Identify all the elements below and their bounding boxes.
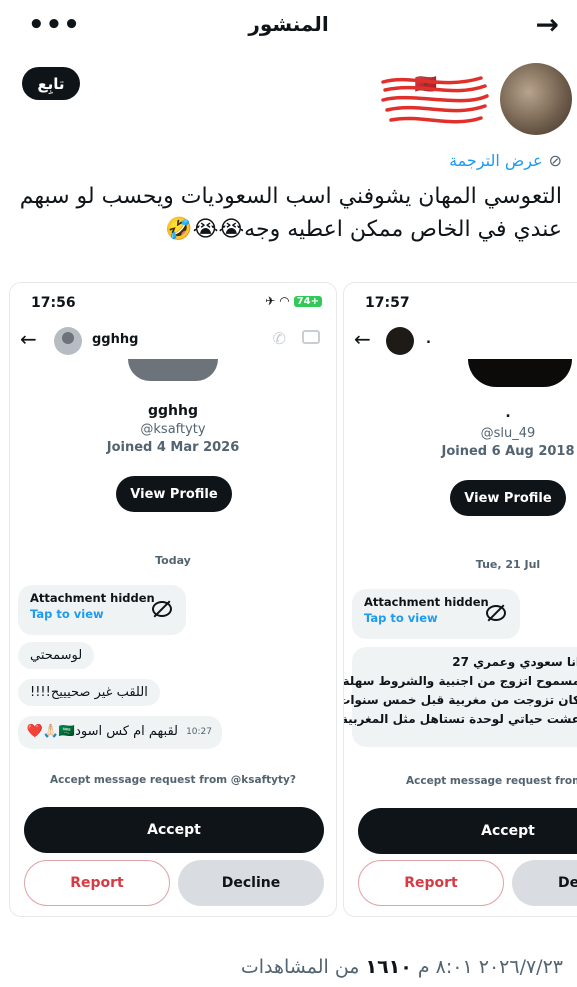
decline-button[interactable]: De xyxy=(512,860,577,906)
author-avatar[interactable] xyxy=(500,63,572,135)
attachment-hidden-bubble[interactable]: Attachment hidden Tap to view xyxy=(18,585,186,635)
screenshot-left: 17:56 ✈ ◠ 74+ ← gghhg ✆ gghhg @ksaftyty … xyxy=(9,282,337,917)
accept-button[interactable]: Accept xyxy=(358,808,577,854)
back-icon[interactable]: ← xyxy=(354,327,371,351)
accept-button[interactable]: Accept xyxy=(24,807,324,853)
airplane-icon: ✈ xyxy=(265,294,276,308)
translate-link[interactable]: ⊘ عرض الترجمة xyxy=(449,151,562,170)
accept-prompt: Accept message request from @s xyxy=(406,775,577,787)
tweet-media[interactable]: 17:56 ✈ ◠ 74+ ← gghhg ✆ gghhg @ksaftyty … xyxy=(9,282,577,917)
profile-joined: Joined 6 Aug 2018 xyxy=(441,444,575,459)
decline-button[interactable]: Decline xyxy=(178,860,324,906)
date-separator: Today xyxy=(155,554,191,567)
chat-name[interactable]: gghhg xyxy=(92,332,138,347)
profile-handle: @ksaftyty xyxy=(140,422,206,437)
attachment-hidden-bubble[interactable]: Attachment hidden Tap to view xyxy=(352,589,520,639)
profile-handle: @slu_49 xyxy=(480,426,536,441)
phone-icon[interactable]: ✆ xyxy=(273,329,286,348)
post-datetime: ٢٠٢٦/٧/٢٣ ٨:٠١ م xyxy=(417,956,563,978)
globe-icon: ⊘ xyxy=(548,151,562,170)
follow-button[interactable]: تابِع xyxy=(22,67,80,100)
message-bubble: اللقب غير صحيييح!!!! xyxy=(18,679,160,706)
views-count: ١٦١٠ xyxy=(365,956,412,978)
eye-off-icon xyxy=(486,605,506,621)
message-bubble-last: لقبهم ام كس اسود🇸🇦🙏🏻❤️ 10:27 xyxy=(18,716,222,749)
attachment-title: Attachment hidden xyxy=(30,591,155,605)
status-icons: ✈ ◠ 74+ xyxy=(265,294,322,308)
accept-prompt: Accept message request from @ksaftyty? xyxy=(50,774,296,786)
views-label: من المشاهدات xyxy=(240,956,360,978)
eye-off-icon xyxy=(152,601,172,617)
screenshot-right: 17:57 ← . . @slu_49 Joined 6 Aug 2018 Vi… xyxy=(343,282,577,917)
message-line: انا سعودي وعمري 27 xyxy=(452,655,577,669)
status-time: 17:56 xyxy=(31,295,76,311)
battery-icon: 74+ xyxy=(293,295,322,307)
message-time: 10:27 xyxy=(186,727,212,737)
chat-name[interactable]: . xyxy=(426,332,431,347)
message-text: لقبهم ام كس اسود🇸🇦🙏🏻❤️ xyxy=(26,724,179,739)
video-icon[interactable] xyxy=(302,330,320,344)
report-button[interactable]: Report xyxy=(24,860,170,906)
chat-avatar[interactable] xyxy=(54,327,82,355)
back-arrow-icon[interactable]: → xyxy=(536,8,559,41)
profile-name: gghhg xyxy=(148,403,198,419)
message-line: عشت حياتي لوحدة تستاهل مثل المغربية xyxy=(343,712,577,726)
profile-joined: Joined 4 Mar 2026 xyxy=(106,440,240,455)
message-bubble: انا سعودي وعمري 27 مسموح اتزوج من اجنبية… xyxy=(343,647,577,747)
profile-name: . xyxy=(505,405,511,421)
back-icon[interactable]: ← xyxy=(20,327,37,351)
status-time: 17:57 xyxy=(365,295,410,311)
redaction-scribble xyxy=(381,76,489,124)
view-profile-button[interactable]: View Profile xyxy=(450,480,566,516)
report-button[interactable]: Report xyxy=(358,860,504,906)
tweet-text: التعوسي المهان يشوفني اسب السعوديات ويحس… xyxy=(19,184,562,242)
date-separator: Tue, 21 Jul xyxy=(475,558,541,571)
wifi-icon: ◠ xyxy=(279,294,290,308)
attachment-title: Attachment hidden xyxy=(364,595,489,609)
view-profile-button[interactable]: View Profile xyxy=(116,476,232,512)
message-line: مسموح اتزوج من اجنبية والشروط سهلة xyxy=(343,674,577,688)
post-meta: ٢٠٢٦/٧/٢٣ ٨:٠١ م ١٦١٠ من المشاهدات xyxy=(241,956,563,978)
chat-avatar[interactable] xyxy=(386,327,414,355)
message-line: كان تزوجت من مغربية قبل خمس سنوات xyxy=(343,693,577,707)
translate-label: عرض الترجمة xyxy=(449,151,543,170)
message-bubble: لوسمحتي xyxy=(18,642,95,669)
profile-avatar xyxy=(468,359,572,387)
profile-avatar xyxy=(128,359,218,381)
page-title: المنشور xyxy=(248,12,329,36)
